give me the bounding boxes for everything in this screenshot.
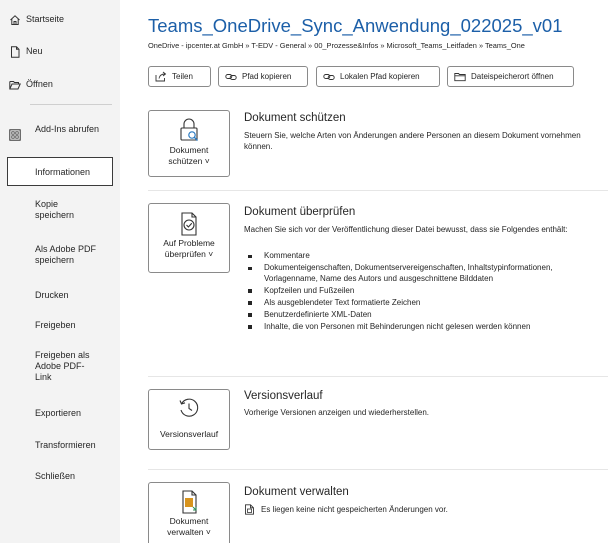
check-for-issues-button[interactable]: Auf Probleme überprüfen ˅: [148, 203, 230, 273]
manage-document-icon: [182, 490, 197, 514]
lock-search-icon: [180, 118, 198, 141]
history-clock-icon: [179, 398, 199, 417]
home-icon: [10, 15, 20, 25]
list-item: Kopfzeilen und Fußzeilen: [248, 286, 608, 297]
version-history-heading: Versionsverlauf: [244, 390, 323, 402]
sidebar-item-label: Neu: [26, 46, 43, 56]
protect-document-button[interactable]: Dokument schützen ˅: [148, 110, 230, 177]
manage-document-button-label-line2: verwalten ˅: [167, 527, 211, 537]
open-folder-icon: [9, 81, 21, 90]
section-divider: [148, 190, 608, 191]
open-file-location-button[interactable]: Dateispeicherort öffnen: [447, 66, 574, 87]
check-for-issues-button-label-line2: überprüfen ˅: [164, 249, 214, 259]
document-path-breadcrumb: OneDrive - ipcenter.at GmbH » T-EDV - Ge…: [148, 41, 525, 50]
section-divider: [148, 376, 608, 377]
protect-document-button-label-line2: schützen ˅: [168, 156, 210, 166]
sidebar-item-label: Informationen: [35, 167, 91, 177]
manage-document-button[interactable]: Dokument verwalten ˅: [148, 482, 230, 543]
link-icon: [323, 73, 335, 80]
version-history-description: Vorherige Versionen anzeigen und wiederh…: [244, 408, 430, 417]
sidebar-item-label: Kopie speichern: [35, 199, 75, 220]
copy-path-button[interactable]: Pfad kopieren: [218, 66, 308, 87]
share-button[interactable]: Teilen: [148, 66, 211, 87]
document-status-icon: [245, 504, 254, 515]
list-item: Kommentare: [248, 251, 608, 262]
inspect-document-description: Machen Sie sich vor der Veröffentlichung…: [244, 225, 568, 234]
share-icon: [155, 71, 167, 82]
add-ins-icon: [9, 129, 21, 141]
share-button-label: Teilen: [172, 72, 193, 81]
list-item: Benutzerdefinierte XML-Daten: [248, 310, 608, 321]
version-history-button[interactable]: Versionsverlauf: [148, 389, 230, 450]
protect-document-heading: Dokument schützen: [244, 112, 346, 124]
sidebar-item-label: Transformieren: [35, 440, 96, 450]
sidebar-item-label: Startseite: [26, 14, 65, 24]
version-history-button-label: Versionsverlauf: [159, 429, 219, 439]
sidebar-item-label: Add-Ins abrufen: [35, 124, 100, 134]
document-check-icon: [181, 212, 197, 236]
inspect-document-heading: Dokument überprüfen: [244, 206, 356, 218]
manage-document-button-label-line1: Dokument: [169, 516, 209, 526]
check-for-issues-button-label-line1: Auf Probleme: [163, 238, 215, 248]
sidebar-item-label: Als Adobe PDF speichern: [35, 244, 97, 265]
list-item: Dokumenteigenschaften, Dokumentservereig…: [248, 263, 608, 284]
sidebar-item-label: Drucken: [35, 290, 69, 300]
new-document-icon: [11, 46, 20, 58]
link-icon: [225, 73, 237, 80]
inspect-document-bullet-list: Kommentare Dokumenteigenschaften, Dokume…: [248, 251, 608, 334]
list-item: Als ausgeblendeter Text formatierte Zeic…: [248, 298, 608, 309]
protect-document-description: Steuern Sie, welche Arten von Änderungen…: [244, 131, 581, 151]
folder-icon: [454, 72, 466, 81]
manage-document-heading: Dokument verwalten: [244, 486, 349, 498]
sidebar-item-informationen[interactable]: Informationen: [7, 157, 113, 186]
sidebar-item-label: Schließen: [35, 471, 76, 481]
backstage-sidebar: Startseite Neu Öffnen Add-Ins abrufen In…: [0, 0, 120, 543]
protect-document-button-label-line1: Dokument: [169, 145, 209, 155]
sidebar-item-label: Freigeben als Adobe PDF-Link: [35, 350, 90, 382]
sidebar-item-label: Öffnen: [26, 79, 53, 89]
sidebar-item-label: Exportieren: [35, 408, 82, 418]
section-divider: [148, 469, 608, 470]
sidebar-item-label: Freigeben: [35, 320, 76, 330]
sidebar-divider: [30, 104, 112, 105]
manage-document-description: Es liegen keine nicht gespeicherten Ände…: [261, 505, 448, 514]
copy-path-button-label: Pfad kopieren: [242, 72, 292, 81]
open-file-location-button-label: Dateispeicherort öffnen: [471, 72, 554, 81]
list-item: Inhalte, die von Personen mit Behinderun…: [248, 322, 608, 333]
document-title: Teams_OneDrive_Sync_Anwendung_022025_v01: [148, 15, 563, 36]
copy-local-path-button-label: Lokalen Pfad kopieren: [340, 72, 420, 81]
copy-local-path-button[interactable]: Lokalen Pfad kopieren: [316, 66, 440, 87]
